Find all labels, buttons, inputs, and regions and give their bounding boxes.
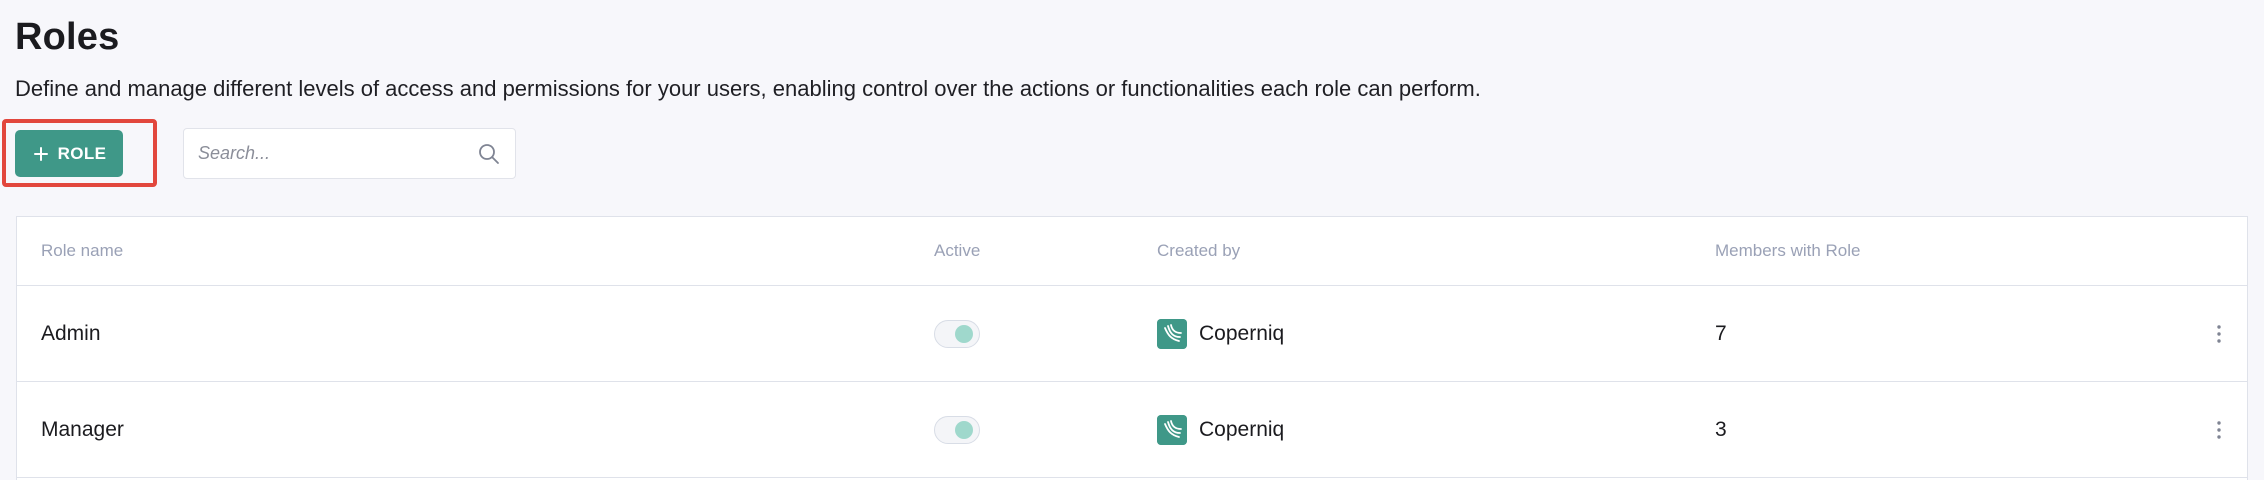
table-row[interactable]: Admin Coperniq 7 [17, 286, 2247, 382]
coperniq-logo-icon [1157, 415, 1187, 445]
created-by-cell: Coperniq [1157, 382, 1284, 478]
members-cell: 7 [1715, 322, 1727, 345]
creator: Coperniq [1157, 319, 1284, 349]
more-vertical-icon[interactable] [2209, 415, 2229, 445]
toggle-knob [955, 325, 973, 343]
search-input[interactable] [198, 143, 477, 164]
active-cell [934, 286, 980, 382]
column-members-with-role[interactable]: Members with Role [1715, 242, 1861, 259]
toggle-knob [955, 421, 973, 439]
active-cell [934, 382, 980, 478]
roles-page: Roles Define and manage different levels… [0, 0, 2264, 480]
column-created-by[interactable]: Created by [1157, 242, 1240, 259]
row-actions-cell [2209, 382, 2229, 478]
active-toggle[interactable] [934, 320, 980, 348]
table-header: Role name Active Created by Members with… [17, 217, 2247, 286]
coperniq-logo-icon [1157, 319, 1187, 349]
roles-table: Role name Active Created by Members with… [16, 216, 2248, 480]
active-toggle[interactable] [934, 416, 980, 444]
page-description: Define and manage different levels of ac… [15, 76, 1481, 101]
created-by-cell: Coperniq [1157, 286, 1284, 382]
column-role-name[interactable]: Role name [41, 242, 123, 259]
more-vertical-icon[interactable] [2209, 319, 2229, 349]
row-actions-cell [2209, 286, 2229, 382]
search-box[interactable] [183, 128, 516, 179]
created-by-label: Coperniq [1199, 418, 1285, 441]
column-active[interactable]: Active [934, 242, 980, 259]
created-by-label: Coperniq [1199, 322, 1285, 345]
creator: Coperniq [1157, 415, 1284, 445]
members-cell: 3 [1715, 418, 1727, 441]
search-icon[interactable] [477, 142, 501, 166]
role-name-cell: Manager [41, 418, 124, 441]
add-role-button[interactable]: ROLE [15, 130, 123, 177]
plus-icon [32, 145, 50, 163]
page-title: Roles [15, 16, 120, 58]
role-name-cell: Admin [41, 322, 101, 345]
table-row[interactable]: Manager Coperniq 3 [17, 382, 2247, 478]
add-role-label: ROLE [57, 143, 107, 163]
